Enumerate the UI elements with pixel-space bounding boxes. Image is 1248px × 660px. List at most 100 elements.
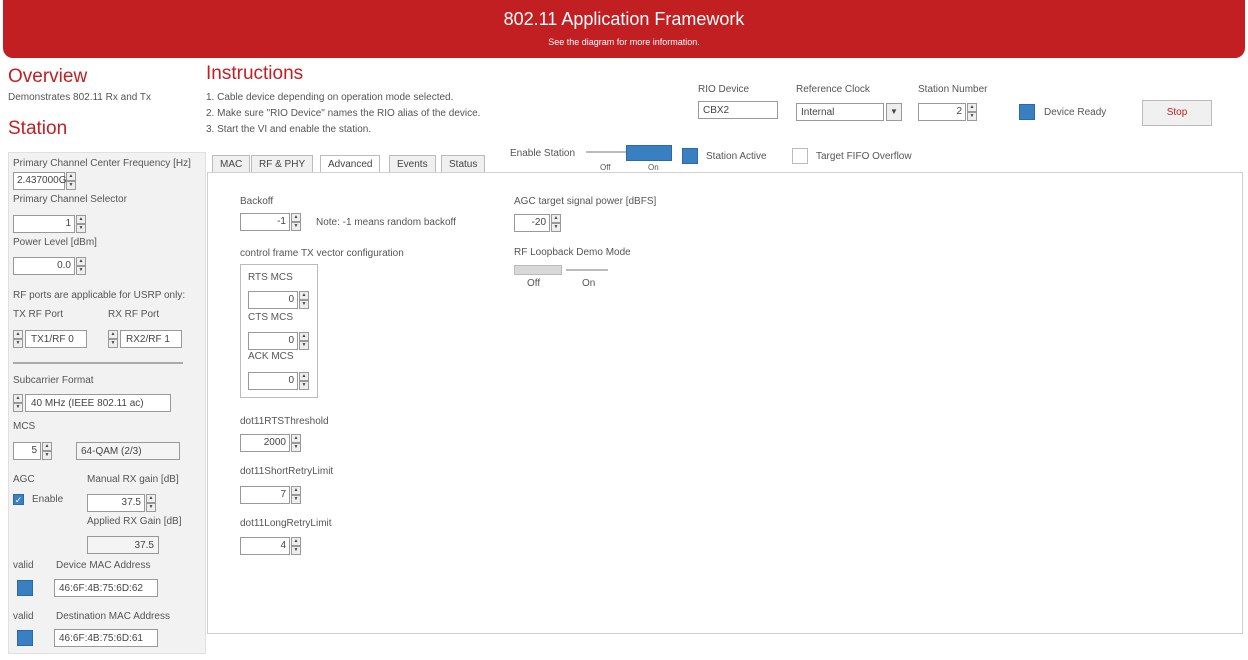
- instructions-heading: Instructions: [206, 63, 304, 84]
- app-title: 802.11 Application Framework: [503, 9, 745, 29]
- reference-clock-select[interactable]: Internal ▼: [796, 103, 904, 122]
- channel-selector-label: Primary Channel Selector: [13, 194, 127, 205]
- dest-mac-valid-led: [17, 630, 33, 646]
- short-retry-limit-stepper[interactable]: 7 ▲ ▼: [240, 486, 301, 504]
- long-retry-limit-value[interactable]: 4: [240, 537, 290, 555]
- rf-ports-note: RF ports are applicable for USRP only:: [13, 290, 186, 301]
- ack-mcs-value[interactable]: 0: [248, 372, 298, 390]
- rx-rf-port-value[interactable]: RX2/RF 1: [120, 330, 182, 348]
- enable-station-switch[interactable]: [626, 145, 672, 161]
- enable-station-label: Enable Station: [510, 148, 576, 159]
- spin-arrows-icon[interactable]: ▲ ▼: [291, 486, 301, 504]
- short-retry-limit-value[interactable]: 7: [240, 486, 290, 504]
- mcs-description: 64-QAM (2/3): [76, 442, 180, 460]
- tab-status[interactable]: Status: [441, 155, 486, 173]
- spin-arrows-icon[interactable]: ▲ ▼: [967, 103, 977, 121]
- spin-arrows-icon[interactable]: ▲ ▼: [76, 257, 86, 275]
- freq-value[interactable]: 2.437000G: [13, 172, 67, 190]
- spin-arrows-icon[interactable]: ▲ ▼: [299, 372, 309, 390]
- instruction-step-2: 2. Make sure "RIO Device" names the RIO …: [206, 108, 481, 119]
- power-level-stepper[interactable]: 0.0 ▲ ▼: [13, 257, 86, 275]
- spin-arrows-icon[interactable]: ▲ ▼: [291, 537, 301, 555]
- short-retry-limit-label: dot11ShortRetryLimit: [240, 466, 334, 477]
- subcarrier-format-ring[interactable]: ▲ ▼ 40 MHz (IEEE 802.11 ac): [13, 394, 171, 412]
- agc-enable-checkbox[interactable]: ✓: [13, 494, 24, 505]
- rf-loopback-on-label: On: [582, 278, 596, 289]
- control-frame-label: control frame TX vector configuration: [240, 248, 404, 259]
- ack-mcs-stepper[interactable]: 0 ▲ ▼: [248, 372, 309, 390]
- reference-clock-value: Internal: [796, 103, 884, 121]
- tab-rf-phy[interactable]: RF & PHY: [251, 155, 314, 173]
- spin-arrows-icon[interactable]: ▲ ▼: [66, 172, 76, 190]
- subcarrier-format-value[interactable]: 40 MHz (IEEE 802.11 ac): [25, 394, 171, 412]
- agc-label: AGC: [13, 474, 35, 485]
- dest-mac-label: Destination MAC Address: [56, 611, 170, 622]
- tx-rf-port-value[interactable]: TX1/RF 0: [25, 330, 87, 348]
- manual-rx-gain-label: Manual RX gain [dB]: [87, 474, 179, 485]
- applied-rx-gain-value: 37.5: [87, 536, 159, 554]
- instruction-step-1: 1. Cable device depending on operation m…: [206, 92, 454, 103]
- target-fifo-overflow-label: Target FIFO Overflow: [816, 151, 912, 162]
- power-level-value[interactable]: 0.0: [13, 257, 75, 275]
- long-retry-limit-stepper[interactable]: 4 ▲ ▼: [240, 537, 301, 555]
- dest-mac-valid-label: valid: [13, 611, 34, 622]
- agc-target-power-stepper[interactable]: -20 ▲ ▼: [514, 214, 561, 232]
- rts-mcs-stepper[interactable]: 0 ▲ ▼: [248, 291, 309, 309]
- rts-threshold-value[interactable]: 2000: [240, 434, 290, 452]
- cts-mcs-stepper[interactable]: 0 ▲ ▼: [248, 332, 309, 350]
- rx-rf-port-label: RX RF Port: [108, 309, 160, 320]
- cts-mcs-value[interactable]: 0: [248, 332, 298, 350]
- spin-arrows-icon[interactable]: ▲ ▼: [146, 494, 156, 512]
- device-mac-valid-led: [17, 580, 33, 596]
- spin-arrows-icon[interactable]: ▲ ▼: [299, 291, 309, 309]
- tx-rf-port-ring[interactable]: ▲ ▼ TX1/RF 0: [13, 330, 87, 348]
- device-mac-input[interactable]: 46:6F:4B:75:6D:62: [54, 579, 158, 597]
- spin-arrows-icon[interactable]: ▲ ▼: [551, 214, 561, 232]
- power-level-label: Power Level [dBm]: [13, 237, 97, 248]
- instruction-step-3: 3. Start the VI and enable the station.: [206, 124, 372, 135]
- spin-arrows-icon[interactable]: ▲ ▼: [299, 332, 309, 350]
- station-number-label: Station Number: [918, 84, 988, 95]
- rts-mcs-value[interactable]: 0: [248, 291, 298, 309]
- station-number-stepper[interactable]: 2 ▲ ▼: [918, 103, 977, 121]
- rf-loopback-switch[interactable]: [514, 265, 562, 275]
- freq-stepper[interactable]: 2.437000G ▲ ▼: [13, 172, 76, 190]
- rts-mcs-label: RTS MCS: [248, 272, 293, 283]
- channel-selector-stepper[interactable]: 1 ▲ ▼: [13, 215, 86, 233]
- mcs-stepper[interactable]: 5 ▲ ▼: [13, 442, 52, 460]
- spin-arrows-icon[interactable]: ▲ ▼: [291, 434, 301, 452]
- reference-clock-label: Reference Clock: [796, 84, 870, 95]
- rio-device-input[interactable]: CBX2: [698, 101, 778, 119]
- tab-events[interactable]: Events: [389, 155, 436, 173]
- station-heading: Station: [8, 118, 68, 139]
- spin-arrows-icon[interactable]: ▲ ▼: [76, 215, 86, 233]
- stop-button[interactable]: Stop: [1142, 100, 1212, 126]
- agc-target-power-value[interactable]: -20: [514, 214, 550, 232]
- applied-rx-gain-label: Applied RX Gain [dB]: [87, 516, 182, 527]
- agc-target-power-label: AGC target signal power [dBFS]: [514, 196, 657, 207]
- manual-rx-gain-value[interactable]: 37.5: [87, 494, 145, 512]
- spin-arrows-icon[interactable]: ▲ ▼: [291, 213, 301, 231]
- subcarrier-format-label: Subcarrier Format: [13, 375, 94, 386]
- ack-mcs-label: ACK MCS: [248, 351, 294, 362]
- long-retry-limit-label: dot11LongRetryLimit: [240, 518, 332, 529]
- dest-mac-input[interactable]: 46:6F:4B:75:6D:61: [54, 629, 158, 647]
- enable-station-track: [586, 151, 626, 153]
- spin-arrows-icon[interactable]: ▲ ▼: [13, 330, 23, 348]
- backoff-stepper[interactable]: -1 ▲ ▼: [240, 213, 301, 231]
- spin-arrows-icon[interactable]: ▲ ▼: [108, 330, 118, 348]
- mcs-value[interactable]: 5: [13, 442, 41, 460]
- manual-rx-gain-stepper[interactable]: 37.5 ▲ ▼: [87, 494, 156, 512]
- station-active-label: Station Active: [706, 151, 767, 162]
- rts-threshold-stepper[interactable]: 2000 ▲ ▼: [240, 434, 301, 452]
- backoff-value[interactable]: -1: [240, 213, 290, 231]
- rx-rf-port-ring[interactable]: ▲ ▼ RX2/RF 1: [108, 330, 182, 348]
- chevron-down-icon[interactable]: ▼: [886, 103, 902, 121]
- agc-enable-label: Enable: [32, 494, 64, 505]
- tab-mac[interactable]: MAC: [212, 155, 251, 173]
- channel-selector-value[interactable]: 1: [13, 215, 75, 233]
- spin-arrows-icon[interactable]: ▲ ▼: [13, 394, 23, 412]
- station-number-value[interactable]: 2: [918, 103, 966, 121]
- spin-arrows-icon[interactable]: ▲ ▼: [42, 442, 52, 460]
- app-header: 802.11 Application Framework See the dia…: [3, 0, 1245, 58]
